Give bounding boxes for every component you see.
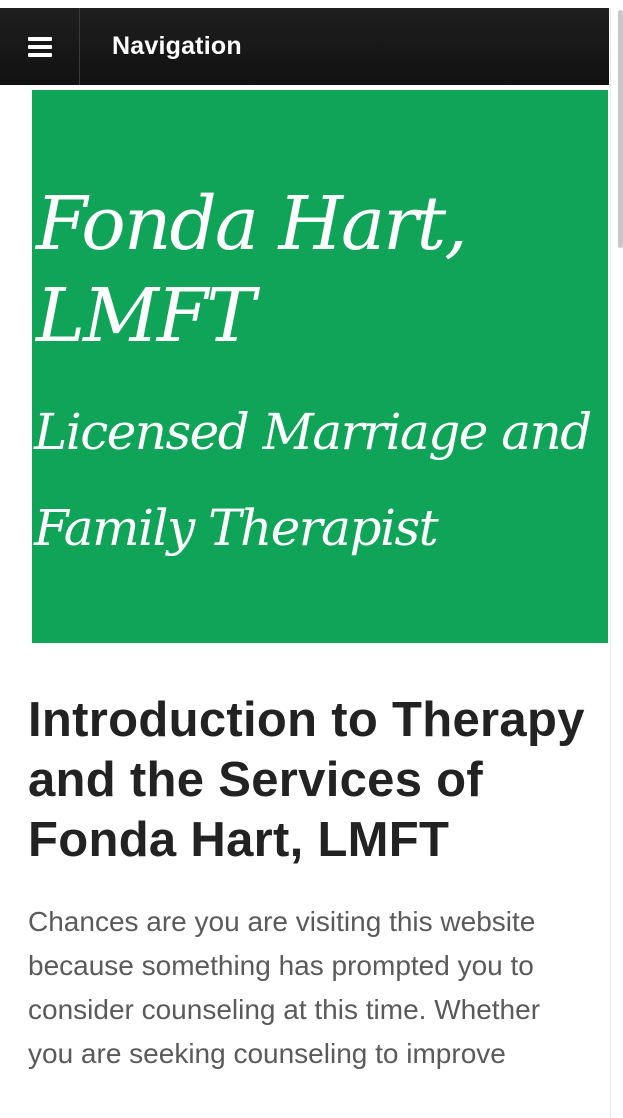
hamburger-menu-icon xyxy=(27,36,52,57)
banner-site-name: Fonda Hart, LMFT xyxy=(36,181,468,359)
intro-paragraph: Chances are you are visiting this websit… xyxy=(28,906,541,1069)
scrollbar-thumb[interactable] xyxy=(618,10,623,248)
vertical-scrollbar[interactable] xyxy=(610,8,623,1118)
banner-site-subtitle: Licensed Marriage and Family Therapist xyxy=(34,403,592,557)
top-navigation-bar: Navigation xyxy=(0,8,609,85)
navigation-title[interactable]: Navigation xyxy=(112,32,242,61)
menu-toggle-button[interactable] xyxy=(0,8,80,85)
page: Navigation Fonda Hart, LMFT Licensed Mar… xyxy=(0,0,623,1118)
page-title: Introduction to Therapy and the Services… xyxy=(28,693,585,867)
site-header-banner: Fonda Hart, LMFT Licensed Marriage and F… xyxy=(32,90,608,643)
main-content: Introduction to Therapy and the Services… xyxy=(28,690,588,1076)
